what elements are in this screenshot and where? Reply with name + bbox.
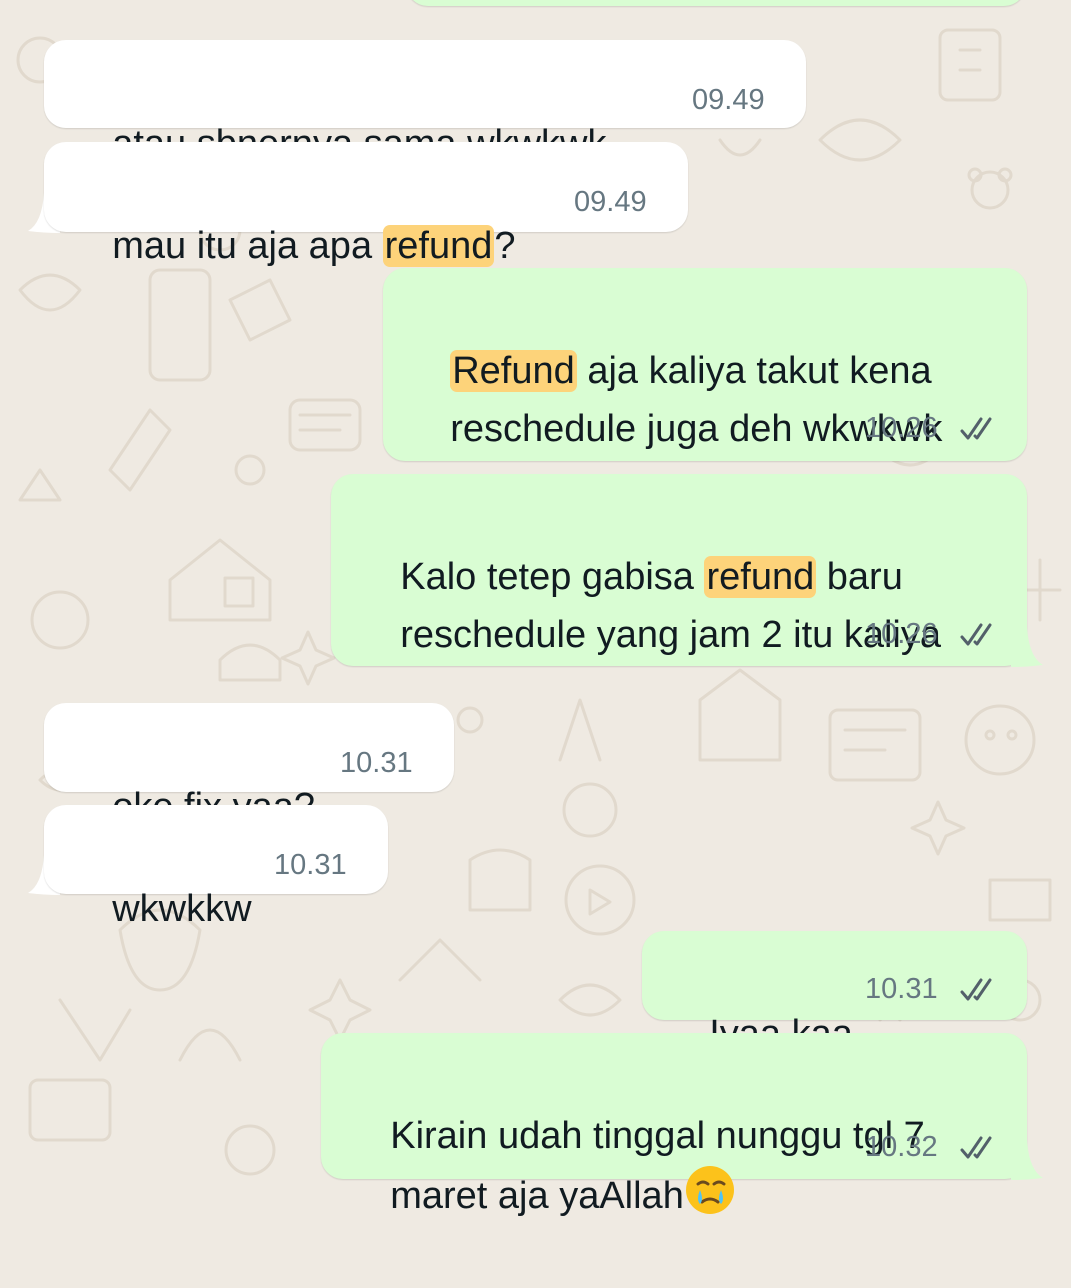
- message-text-segment: wkwkkw: [112, 888, 252, 930]
- message-bubble-outgoing[interactable]: Refund aja kaliya takut kena reschedule …: [383, 268, 1027, 461]
- message-bubble-outgoing[interactable]: Kalo tetep gabisa refund baru reschedule…: [331, 474, 1027, 666]
- bubble-tail-outgoing: [1011, 1140, 1043, 1180]
- message-bubble-incoming[interactable]: atau sbnernya sama wkwkwk 09.49: [44, 40, 806, 165]
- double-check-read-icon: [960, 417, 992, 440]
- message-bubble-outgoing[interactable]: Kirain udah tinggal nunggu tgl 7 maret a…: [321, 1033, 1027, 1217]
- message-text: wkwkkw: [70, 818, 252, 1001]
- message-timestamp: 09.49: [692, 84, 765, 116]
- message-bubble-incoming[interactable]: oke fix yaa? 10.31: [44, 703, 454, 828]
- message-bubble-outgoing[interactable]: Iyaa kaa 10.31: [642, 931, 1027, 1055]
- double-check-read-icon: [960, 978, 992, 1001]
- message-bubble-incoming[interactable]: wkwkkw 10.31: [44, 805, 388, 930]
- bubble-tail-outgoing: [1011, 627, 1043, 667]
- message-text-segment: mau itu aja apa: [112, 225, 383, 267]
- message-timestamp: 10.31: [865, 973, 938, 1005]
- message-text-segment: maret aja yaAllah: [390, 1175, 684, 1217]
- search-match-highlight: refund: [382, 225, 495, 267]
- face-holding-back-tears-emoji: [685, 1166, 734, 1214]
- message-text-segment: ?: [494, 225, 516, 267]
- message-timestamp: 10.31: [340, 747, 413, 779]
- message-text: reschedule yang jam 2 itu kaliya: [358, 544, 941, 727]
- message-bubble-incoming[interactable]: mau itu aja apa refund? 09.49: [44, 142, 688, 267]
- message-timestamp: 10.31: [274, 849, 347, 881]
- message-timestamp: 10.26: [865, 412, 938, 444]
- message-timestamp: 10.26: [865, 618, 938, 650]
- message-bubble-outgoing-partial[interactable]: [406, 0, 1026, 6]
- message-timestamp: 10.32: [865, 1131, 938, 1163]
- message-timestamp: 09.49: [574, 186, 647, 218]
- message-text-segment: reschedule yang jam 2 itu kaliya: [400, 614, 941, 656]
- double-check-read-icon: [960, 623, 992, 646]
- message-text: maret aja yaAllah: [348, 1103, 736, 1288]
- double-check-read-icon: [960, 1136, 992, 1159]
